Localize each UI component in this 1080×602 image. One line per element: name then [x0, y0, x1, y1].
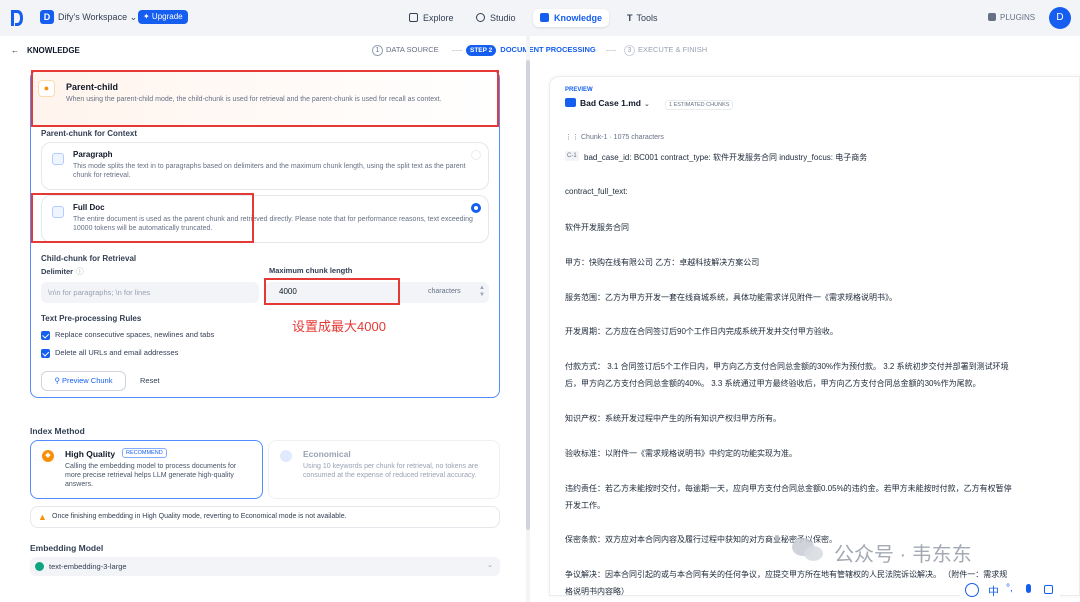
workspace-selector[interactable]: Dify's Workspace ⌄ [58, 12, 137, 23]
preview-line: 甲方：快购在线有限公司 乙方：卓越科技解决方案公司 [565, 258, 760, 267]
preview-line: 格说明书内容略） [565, 587, 629, 596]
chevron-down-icon: ⌄ [643, 101, 650, 108]
preview-line: 争议解决：因本合同引起的或与本合同有关的任何争议，应提交甲方所在地有管辖权的人民… [565, 570, 1008, 579]
nav-explore[interactable]: Explore [409, 9, 454, 27]
step-document-processing: STEP 2 DOCUMENT PROCESSING [466, 45, 596, 56]
preview-line: 软件开发服务合同 [565, 223, 629, 232]
child-chunk-tag: C-1 [565, 151, 579, 161]
nav-tools[interactable]: T Tools [627, 9, 658, 27]
knowledge-icon [540, 13, 549, 22]
search-icon: ⚲ [54, 376, 61, 385]
preview-line: 知识产权：系统开发过程中产生的所有知识产权归甲方所有。 [565, 414, 781, 423]
delimiter-placeholder: \n\n for paragraphs; \n for lines [48, 288, 151, 297]
step-data-source: 1 DATA SOURCE [372, 45, 439, 56]
dify-logo-icon[interactable] [10, 9, 24, 27]
ime-logo-icon [965, 583, 979, 597]
wechat-logo-icon [792, 538, 826, 564]
full-doc-icon [52, 206, 64, 218]
checkbox-checked-icon[interactable] [41, 330, 50, 340]
checkbox-checked-icon[interactable] [41, 348, 50, 358]
preview-line: 服务范围：乙方为甲方开发一套在线商城系统，具体功能需求详见附件一《需求规格说明书… [565, 293, 897, 302]
preview-line: 违约责任：若乙方未能按时交付，每逾期一天，应向甲方支付合同总金额0.05%的违约… [565, 484, 1012, 493]
reset-button[interactable]: Reset [140, 376, 160, 385]
index-method-label: Index Method [30, 426, 85, 436]
estimated-chunks-badge: 1 ESTIMATED CHUNKS [665, 100, 734, 110]
preview-line: 开发周期：乙方应在合同签订后90个工作日内完成系统开发并交付甲方验收。 [565, 327, 838, 336]
full-doc-radio[interactable] [471, 203, 481, 213]
delimiter-input[interactable]: \n\n for paragraphs; \n for lines [41, 282, 259, 303]
parent-chunk-section-label: Parent-chunk for Context [41, 129, 138, 138]
paragraph-radio[interactable] [471, 150, 481, 160]
embedding-model-select[interactable]: text-embedding-3-large ⌄ [30, 557, 500, 576]
parent-child-title: Parent-child [66, 82, 119, 92]
left-scrollbar-thumb[interactable] [526, 60, 530, 530]
plugin-icon [988, 13, 996, 21]
child-chunk-section-label: Child-chunk for Retrieval [41, 254, 137, 263]
studio-icon [476, 13, 485, 22]
top-navbar: D Dify's Workspace ⌄ ✦ Upgrade Explore S… [0, 0, 1080, 36]
paragraph-desc: This mode splits the text in to paragrap… [73, 163, 466, 179]
rule-replace-spaces[interactable]: Replace consecutive spaces, newlines and… [41, 330, 214, 340]
high-quality-desc: Calling the embedding model to process d… [65, 463, 237, 488]
step-divider [452, 50, 462, 51]
high-quality-title: High Quality [65, 449, 116, 459]
grid-icon[interactable] [1044, 585, 1053, 594]
tools-icon: T [627, 13, 633, 23]
warning-banner: ▲ Once finishing embedding in High Quali… [30, 506, 500, 528]
max-chunk-length-unit: characters [428, 288, 461, 295]
chunk-meta: ⋮⋮ Chunk-1 · 1075 characters [565, 134, 664, 141]
high-quality-icon: ◆ [42, 450, 54, 462]
max-chunk-length-input[interactable]: 4000 characters ▲ ▼ [265, 282, 489, 303]
ime-toolbar[interactable]: 中 °, [960, 580, 1060, 600]
parent-child-icon: ● [38, 80, 55, 97]
economical-title: Economical [303, 449, 351, 459]
annotation-text: 设置成最大4000 [292, 319, 386, 334]
stepper-icon[interactable]: ▲ ▼ [479, 285, 485, 299]
preview-line: bad_case_id: BC001 contract_type: 软件开发服务… [584, 153, 868, 162]
plugins-button[interactable]: PLUGINS [988, 13, 1035, 22]
preview-line: 开发工作。 [565, 501, 605, 510]
preview-chunk-button[interactable]: ⚲ Preview Chunk [41, 371, 126, 391]
nav-studio[interactable]: Studio [476, 9, 516, 27]
max-chunk-length-label: Maximum chunk length [269, 266, 353, 275]
economical-desc: Using 10 keywords per chunk for retrieva… [303, 463, 479, 479]
parent-child-desc: When using the parent-child mode, the ch… [66, 96, 442, 103]
workspace-badge[interactable]: D [40, 10, 54, 24]
markdown-file-icon [565, 98, 576, 107]
arrow-left-icon: ← [11, 46, 19, 55]
economical-icon [280, 450, 292, 462]
chevron-down-icon: ⌄ [487, 562, 493, 569]
info-icon: ⓘ [76, 267, 84, 276]
preview-line: 验收标准：以附件一《需求规格说明书》中约定的功能实现为准。 [565, 449, 797, 458]
avatar[interactable]: D [1049, 7, 1071, 29]
text-preprocessing-label: Text Pre-processing Rules [41, 314, 142, 323]
watermark-text: 公众号 · 韦东东 [834, 544, 972, 566]
full-doc-desc: The entire document is used as the paren… [73, 216, 473, 232]
step-execute-finish: 3 EXECUTE & FINISH [624, 45, 707, 56]
microphone-icon[interactable] [1026, 584, 1031, 593]
back-to-knowledge[interactable]: ← KNOWLEDGE [11, 46, 80, 55]
step-divider [606, 50, 616, 51]
preview-file-selector[interactable]: Bad Case 1.md ⌄ [565, 98, 650, 108]
preview-line: 后，甲方向乙方支付合同总金额的40%。 3.3 系统通过甲方最终验收后，甲方向乙… [565, 379, 981, 388]
max-chunk-length-value: 4000 [279, 287, 297, 296]
paragraph-title: Paragraph [73, 150, 113, 159]
delimiter-label: Delimiter ⓘ [41, 267, 84, 276]
recommend-badge: RECOMMEND [122, 448, 167, 458]
paragraph-icon [52, 153, 64, 165]
preview-line: 付款方式： 3.1 合同签订后5个工作日内，甲方向乙方支付合同总金额的30%作为… [565, 362, 1009, 371]
full-doc-title: Full Doc [73, 203, 105, 212]
openai-icon [35, 562, 44, 571]
compass-icon [409, 13, 418, 22]
rule-delete-urls[interactable]: Delete all URLs and email addresses [41, 348, 178, 358]
preview-label: PREVIEW [565, 87, 593, 93]
embedding-model-label: Embedding Model [30, 543, 104, 553]
upgrade-button[interactable]: ✦ Upgrade [138, 10, 188, 24]
warning-icon: ▲ [38, 512, 47, 522]
preview-line: contract_full_text: [565, 187, 628, 196]
nav-knowledge[interactable]: Knowledge [533, 9, 610, 27]
chunk-icon: ⋮⋮ [565, 134, 579, 141]
